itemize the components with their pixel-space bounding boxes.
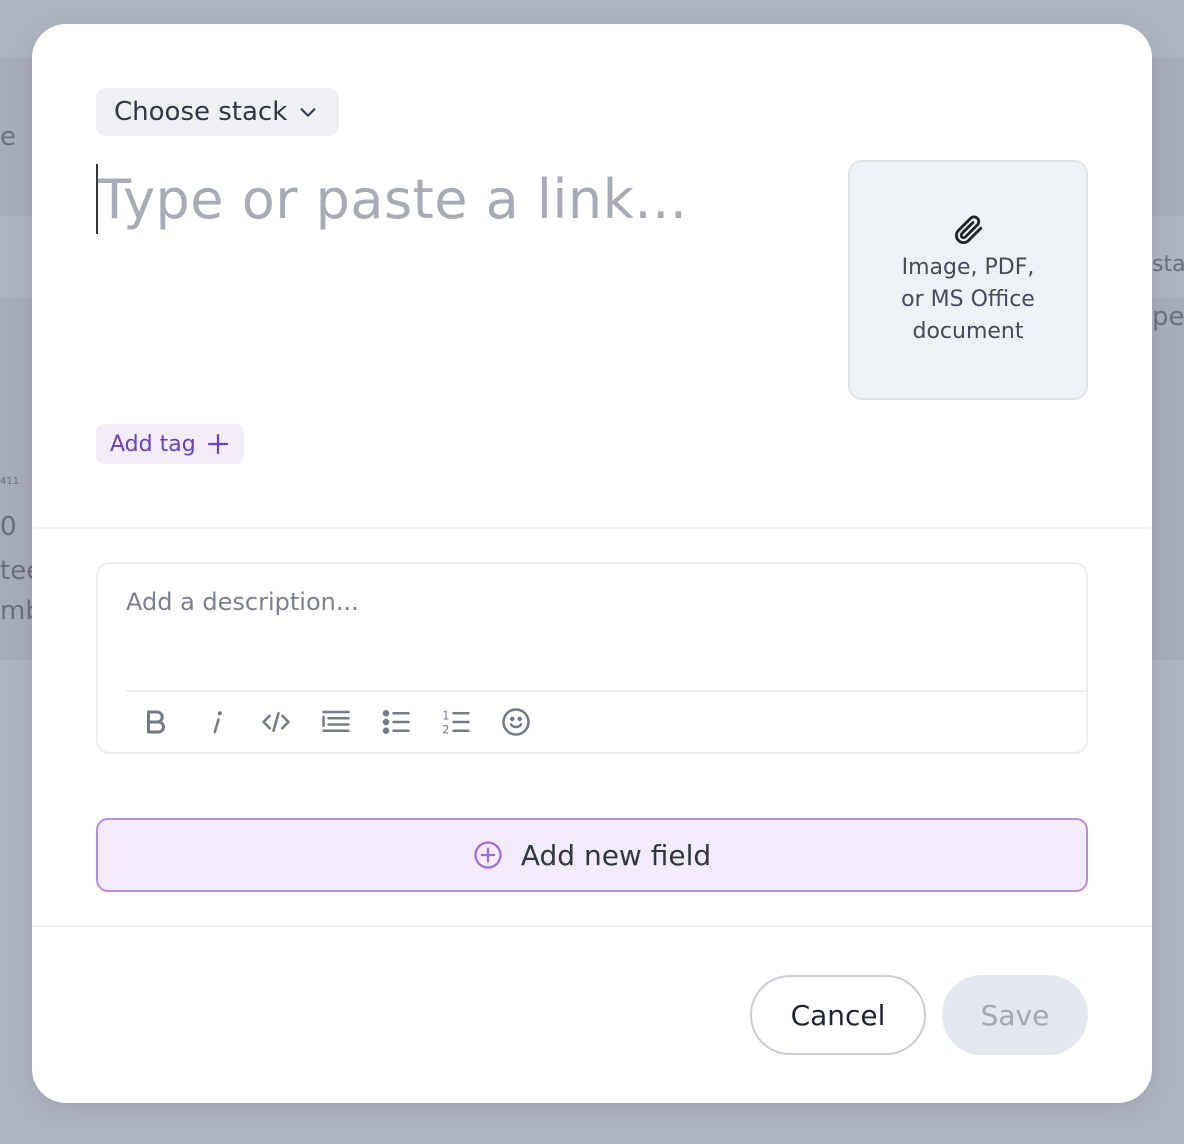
choose-stack-dropdown[interactable]: Choose stack [96, 88, 340, 136]
add-tag-button[interactable]: Add tag [96, 424, 244, 464]
bullet-list-icon[interactable] [378, 702, 414, 742]
background-text-fragment: stac [1152, 252, 1184, 277]
indent-icon[interactable] [318, 702, 354, 742]
formatting-toolbar: 12 [138, 702, 534, 742]
footer-divider [32, 925, 1152, 927]
code-icon[interactable] [258, 702, 294, 742]
plus-circle-icon [473, 840, 503, 870]
upload-hint-line: document [912, 319, 1024, 344]
link-input[interactable]: Type or paste a link... [96, 160, 796, 238]
paperclip-icon [951, 212, 985, 252]
add-new-field-button[interactable]: Add new field [96, 818, 1088, 892]
upload-hint-line: Image, PDF, [901, 255, 1035, 280]
description-placeholder: Add a description... [126, 588, 359, 616]
emoji-icon[interactable] [498, 702, 534, 742]
bold-icon[interactable] [138, 702, 174, 742]
background-text-fragment: 411 [0, 476, 20, 487]
save-button[interactable]: Save [942, 975, 1088, 1055]
background-text-fragment: 0 [0, 512, 17, 542]
add-tag-label: Add tag [110, 431, 196, 457]
link-input-placeholder: Type or paste a link... [98, 167, 688, 231]
editor-toolbar-divider [126, 690, 1086, 692]
svg-text:1: 1 [442, 710, 449, 723]
background-text-fragment: pe [1152, 302, 1184, 332]
add-new-field-label: Add new field [520, 838, 712, 872]
italic-icon[interactable] [198, 702, 234, 742]
upload-hint-line: or MS Office [901, 287, 1035, 312]
add-item-modal: Choose stack Type or paste a link... Ima… [32, 24, 1152, 1103]
file-upload-dropzone[interactable]: Image, PDF, or MS Office document [848, 160, 1088, 400]
choose-stack-label: Choose stack [114, 97, 288, 127]
numbered-list-icon[interactable]: 12 [438, 702, 474, 742]
cancel-button[interactable]: Cancel [750, 975, 926, 1055]
description-editor[interactable]: Add a description... 12 [96, 562, 1088, 754]
plus-icon [206, 432, 230, 456]
background-text-fragment: e [0, 122, 16, 152]
svg-text:2: 2 [442, 723, 449, 736]
section-divider [32, 527, 1152, 529]
chevron-down-icon [297, 101, 319, 123]
